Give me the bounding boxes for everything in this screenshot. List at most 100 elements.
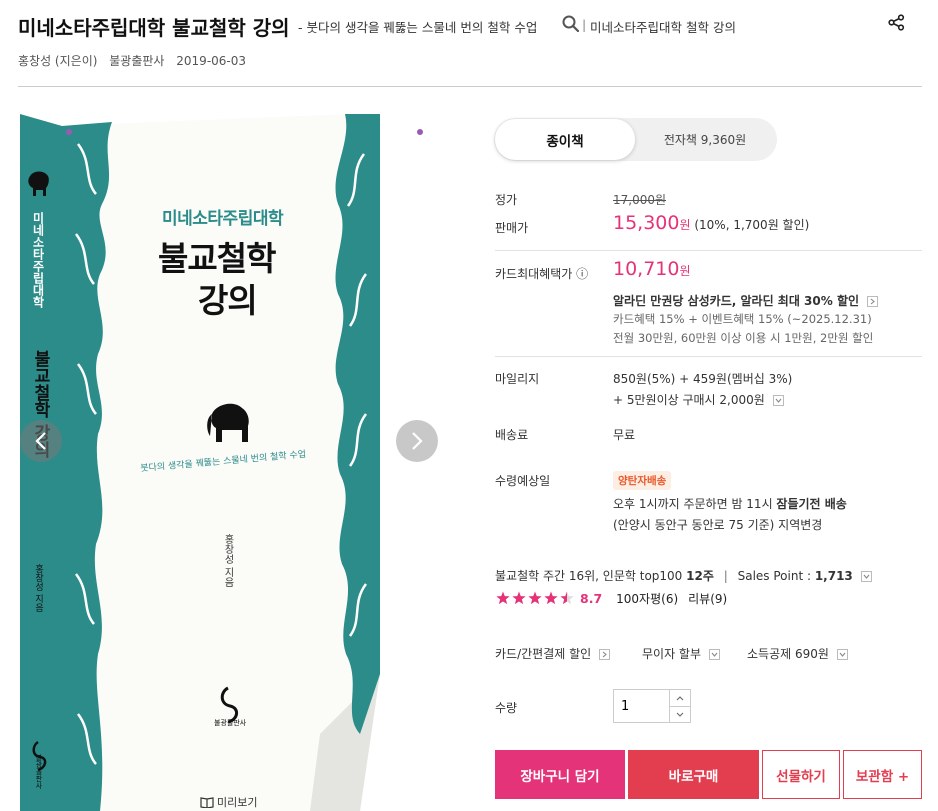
sale-price-value: 15,300 [613,212,680,234]
add-to-cart-button[interactable]: 장바구니 담기 [495,750,625,799]
original-title: 미네소타주립대학 철학 강의 [590,20,736,35]
delivery-line-1-text: 오후 1시까지 주문하면 밤 11시 [613,497,777,511]
publisher-link[interactable]: 불광출판사 [109,54,164,68]
mileage-line-2[interactable]: + 5만원이상 구매시 2,000원 [613,391,784,408]
card-benefit-unit: 원 [679,264,691,278]
book-subtitle: - 붓다의 생각을 꿰뚫는 스물네 번의 철학 수업 [298,20,538,35]
rating[interactable]: 8.7 100자평(6) 리뷰(9) [495,590,727,607]
chevron-right-icon[interactable] [867,296,879,307]
tab-paper-book[interactable]: 종이책 [495,119,635,160]
card-headline[interactable]: 알라딘 만권당 삼성카드, 알라딘 최대 30% 할인 [613,292,879,309]
cover-publisher: 불광출판사 [214,719,247,727]
chevron-up-icon [676,695,684,700]
carousel-dot[interactable] [417,129,423,135]
prev-image-button[interactable] [20,420,62,462]
star-icon [560,591,574,605]
divider [495,250,922,251]
chevron-down-icon[interactable] [772,395,784,406]
sale-price: 15,300원 (10%, 1,700원 할인) [613,212,809,234]
card-benefit-price: 10,710원 [613,258,691,280]
delivery-label: 수령예상일 [495,474,551,488]
card-discount-option[interactable]: 카드/간편결제 할인 [495,645,611,662]
publish-date: 2019-06-03 [176,54,247,68]
star-rating-icon [496,591,574,605]
rank-separator: | [723,569,728,583]
search-icon[interactable] [562,15,580,36]
tax-deduction-option[interactable]: 소득공제 690원 [747,645,848,662]
info-icon[interactable]: ⓘ [576,267,588,281]
shipping-label: 배송료 [495,428,529,442]
delivery-line-1-bold: 잠들기전 배송 [776,497,847,511]
card-detail-2: 전월 30만원, 60만원 이상 이용 시 1만원, 2만원 할인 [613,331,874,345]
author-link[interactable]: 홍창성 (지은이) [18,54,97,68]
sale-price-note: (10%, 1,700원 할인) [694,218,810,232]
cover-main-title-1: 불교철학 [158,239,276,278]
next-image-button[interactable] [396,420,438,462]
quantity-increase-button[interactable] [669,690,690,707]
quantity-label: 수량 [495,701,518,715]
chevron-right-icon[interactable] [599,649,611,660]
carousel-dot[interactable] [66,129,72,135]
star-icon [528,591,542,605]
list-price-label: 정가 [495,193,518,207]
buy-now-button[interactable]: 바로구매 [628,750,759,799]
book-meta: 홍창성 (지은이) 불광출판사 2019-06-03 [18,52,254,69]
chevron-right-icon [412,432,423,450]
gift-button[interactable]: 선물하기 [762,750,840,799]
preview-button[interactable]: 미리보기 [200,794,257,810]
delivery-line-2: (안양시 동안구 동안로 75 기준) 지역변경 [613,516,822,533]
wishlist-button[interactable]: 보관함 + [843,750,922,799]
cover-top-title: 미네소타주립대학 [162,209,284,229]
mileage-line-2-text: + 5만원이상 구매시 2,000원 [613,393,765,407]
card-headline-text: 알라딘 만권당 삼성카드, 알라딘 최대 30% 할인 [613,294,860,308]
shipping-value: 무료 [613,428,636,442]
star-icon [544,591,558,605]
star-icon [496,591,510,605]
share-icon[interactable] [888,14,905,35]
spine-title: 미네소타주립대학 [31,212,45,308]
book-open-icon [200,797,214,808]
rank-weeks: 12주 [686,569,714,583]
tab-ebook[interactable]: 전자책 9,360원 [635,119,775,160]
book-cover[interactable]: 미네소타주립대학 불교철학 강의 붓다의 생각을 꿰뚫는 스물네 번의 철학 수… [20,114,380,811]
chevron-down-icon[interactable] [860,571,872,582]
rating-score: 8.7 [580,591,603,606]
delivery-badge: 양탄자배송 [613,471,672,490]
header-divider [18,86,922,87]
quantity-input[interactable] [614,690,670,722]
card-benefit-label: 카드최대혜택가 ⓘ [495,265,588,282]
review-link[interactable]: 리뷰(9) [688,590,727,607]
page-title: 미네소타주립대학 불교철학 강의 [18,16,290,40]
chevron-down-icon[interactable] [708,649,720,660]
mileage-label: 마일리지 [495,372,540,386]
chevron-down-icon [676,712,684,717]
preview-label: 미리보기 [217,796,258,809]
spine-publisher: 불광출판사 [35,754,43,789]
delivery-line-1: 오후 1시까지 주문하면 밤 11시 잠들기전 배송 [613,495,847,512]
star-icon [512,591,526,605]
installment-option[interactable]: 무이자 할부 [642,645,720,662]
card-benefit-value: 10,710 [613,258,680,280]
card-detail-1: 카드혜택 15% + 이벤트혜택 15% (~2025.12.31) [613,312,872,326]
tax-deduction-label: 소득공제 690원 [747,647,829,661]
divider [495,356,922,357]
sales-point-value: 1,713 [814,569,853,583]
short-review-link[interactable]: 100자평(6) [616,590,678,607]
chevron-left-icon [35,432,46,450]
quantity-decrease-button[interactable] [669,706,690,722]
quantity-stepper [613,689,691,723]
installment-label: 무이자 할부 [642,647,702,661]
card-discount-label: 카드/간편결제 할인 [495,647,592,661]
cover-main-title-2: 강의 [198,281,258,320]
sale-price-unit: 원 [679,218,691,232]
change-region-link[interactable]: 지역변경 [778,518,822,532]
cover-author: 홍창성 지음 [222,534,233,588]
sales-point-label: Sales Point : [737,569,815,583]
card-benefit-label-text: 카드최대혜택가 [495,267,573,281]
title-separator: | [582,17,587,32]
sale-price-label: 판매가 [495,221,529,235]
chevron-down-icon[interactable] [836,649,848,660]
mileage-line-1: 850원(5%) + 459원(멤버십 3%) [613,372,793,386]
delivery-line-2-text: (안양시 동안구 동안로 75 기준) [613,518,779,532]
rank-text[interactable]: 불교철학 주간 16위, 인문학 top100 [495,569,686,583]
